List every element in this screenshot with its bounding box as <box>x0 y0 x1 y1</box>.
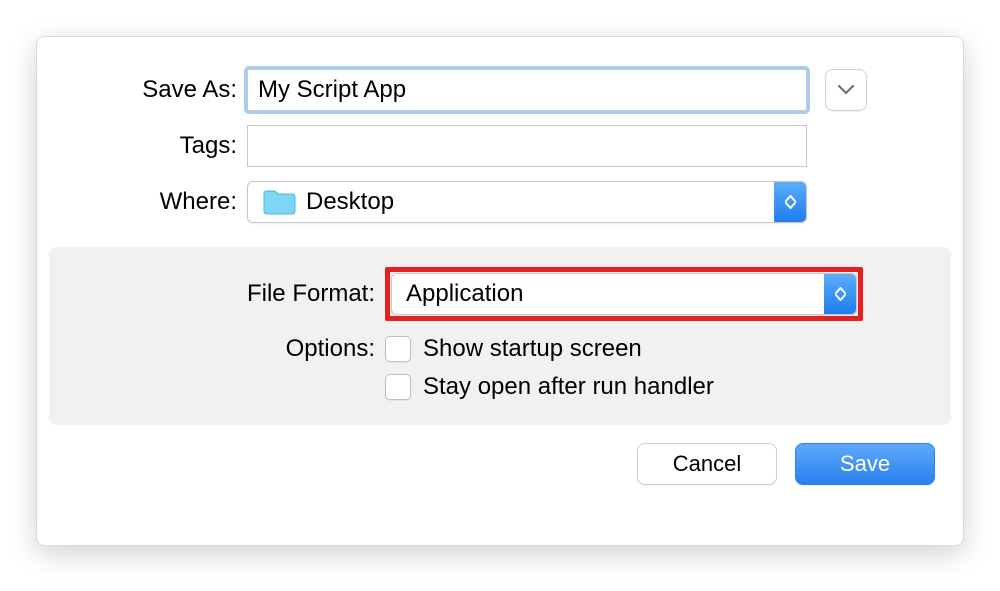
file-format-row: File Format: Application <box>75 267 925 321</box>
expand-dialog-button[interactable] <box>825 69 867 111</box>
stay-open-checkbox[interactable] <box>385 374 411 400</box>
file-format-label: File Format: <box>75 280 385 308</box>
save-as-row: Save As: <box>37 69 963 111</box>
tags-input[interactable] <box>247 125 807 167</box>
stepper-icon <box>774 182 806 222</box>
stay-open-option: Stay open after run handler <box>385 373 714 401</box>
where-row: Where: Desktop <box>37 181 963 223</box>
options-checkbox-group: Show startup screen Stay open after run … <box>385 335 714 401</box>
where-value: Desktop <box>306 188 774 216</box>
save-as-input[interactable] <box>247 69 807 111</box>
save-button[interactable]: Save <box>795 443 935 485</box>
show-startup-checkbox[interactable] <box>385 336 411 362</box>
show-startup-option: Show startup screen <box>385 335 714 363</box>
save-dialog: Save As: Tags: Where: Desktop File Forma… <box>36 36 964 546</box>
tags-row: Tags: <box>37 125 963 167</box>
where-dropdown[interactable]: Desktop <box>247 181 807 223</box>
save-as-label: Save As: <box>37 76 247 104</box>
file-format-value: Application <box>392 280 824 308</box>
options-row: Options: Show startup screen Stay open a… <box>75 335 925 401</box>
file-format-dropdown[interactable]: Application <box>391 273 857 315</box>
tags-label: Tags: <box>37 132 247 160</box>
dialog-footer: Cancel Save <box>37 425 963 485</box>
folder-icon <box>262 189 296 215</box>
stay-open-label: Stay open after run handler <box>423 373 714 401</box>
show-startup-label: Show startup screen <box>423 335 642 363</box>
cancel-button[interactable]: Cancel <box>637 443 777 485</box>
options-panel: File Format: Application Options: Show s… <box>49 247 951 425</box>
chevron-down-icon <box>838 85 854 95</box>
file-format-highlight: Application <box>385 267 863 321</box>
where-label: Where: <box>37 188 247 216</box>
stepper-icon <box>824 274 856 314</box>
options-label: Options: <box>75 335 385 363</box>
